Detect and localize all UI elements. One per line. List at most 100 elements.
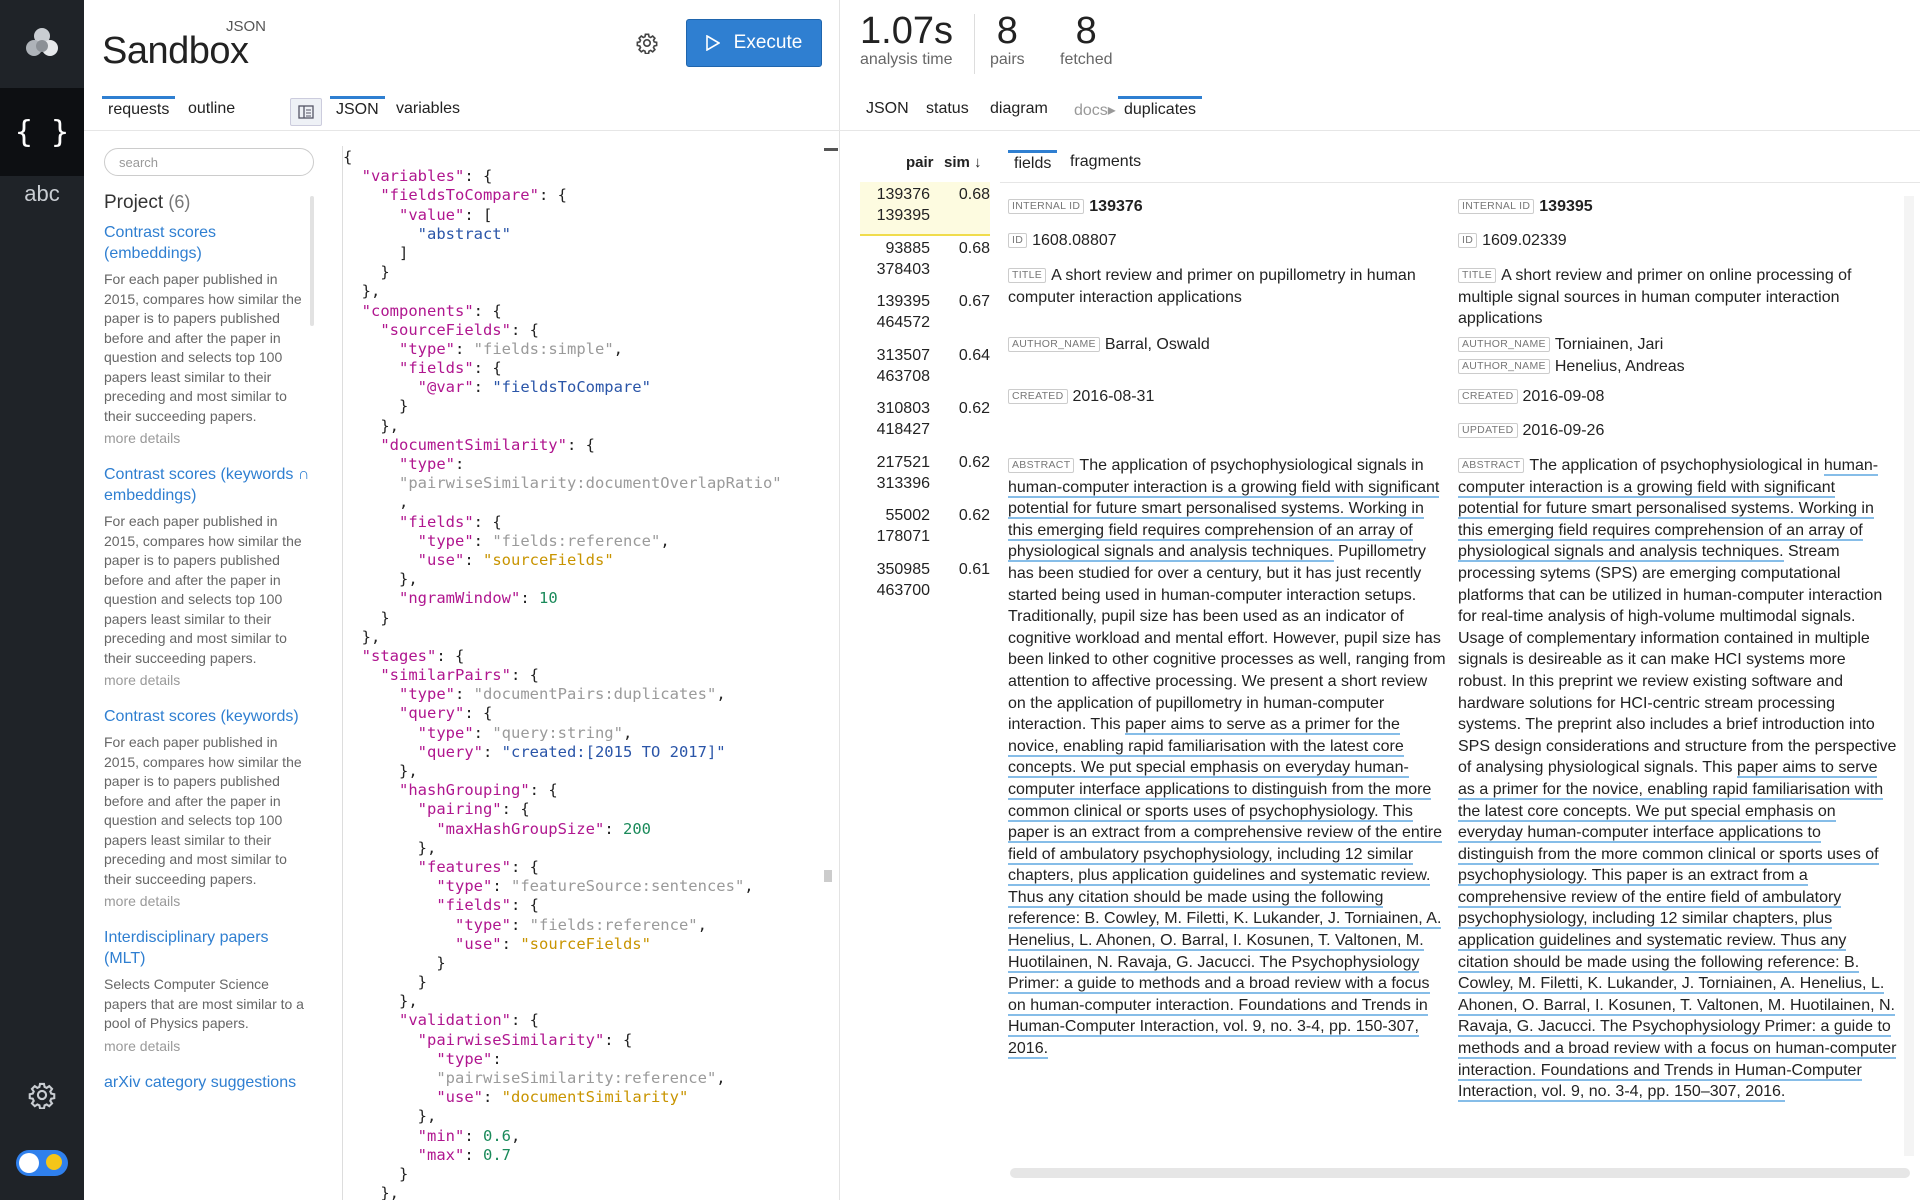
tab-json-result[interactable]: JSON	[860, 96, 915, 122]
more-details-link[interactable]: more details	[104, 672, 314, 688]
code-line: },	[343, 417, 822, 436]
table-row[interactable]: 139376 139395 0.68	[860, 182, 990, 236]
code-token: "type"	[417, 531, 474, 550]
stat-label: pairs	[990, 51, 1025, 68]
stat-analysis-time: 1.07s analysis time	[860, 10, 953, 69]
code-token: ,	[613, 339, 623, 358]
request-panel: JSON Sandbox Execute requests outline JS…	[84, 0, 840, 1200]
tab-requests[interactable]: requests	[102, 96, 176, 128]
code-token: "documentPairs:duplicates"	[473, 685, 717, 704]
field-value: 2016-09-26	[1522, 422, 1605, 439]
table-row[interactable]: 93885 378403 0.68	[860, 236, 990, 290]
theme-toggle[interactable]	[16, 1150, 68, 1176]
code-token: "query:string"	[492, 723, 623, 742]
execute-button[interactable]: Execute	[686, 19, 822, 67]
pair-doc-a: 55002	[885, 507, 931, 524]
project-item-title[interactable]: Contrast scores (keywords ∩ embeddings)	[104, 464, 314, 506]
column-header-pair[interactable]: pair	[906, 154, 934, 171]
editor-scrollbar[interactable]	[824, 870, 832, 882]
tab-outline[interactable]: outline	[182, 96, 241, 128]
code-token: : {	[510, 896, 539, 915]
code-line: },	[343, 628, 822, 647]
field-value: Torniainen, Jari	[1554, 336, 1664, 353]
pair-doc-b: 418427	[876, 421, 930, 438]
code-token: "documentSimilarity"	[501, 1088, 689, 1107]
stat-value: 1.07s	[860, 10, 953, 52]
abc-text-icon[interactable]: abc	[0, 150, 84, 238]
subtab-fragments[interactable]: fragments	[1064, 153, 1147, 171]
project-item-description: For each paper published in 2015, compar…	[104, 734, 302, 887]
code-line: "validation": {	[343, 1011, 822, 1030]
code-line: "abstract"	[343, 225, 822, 244]
list-scrollbar[interactable]	[310, 196, 314, 326]
code-token: }	[343, 1164, 409, 1183]
field-internal-id: INTERNAL ID 139395	[1458, 196, 1898, 218]
code-line: "ngramWindow": 10	[343, 589, 822, 608]
field-abstract: ABSTRACT The application of psychophysiol…	[1458, 455, 1898, 1103]
abstract-text: Stream processing sytems (SPS) are emerg…	[1458, 543, 1897, 777]
table-row[interactable]: 139395 464572 0.67	[860, 289, 990, 343]
project-item-title[interactable]: arXiv category suggestions	[104, 1072, 314, 1093]
project-item-title[interactable]: Contrast scores (keywords)	[104, 706, 314, 727]
pair-doc-a: 93885	[885, 239, 931, 257]
json-editor[interactable]: { "variables": { "fieldsToCompare": { "v…	[342, 146, 822, 1200]
tab-status[interactable]: status	[920, 96, 975, 122]
tab-diagram[interactable]: diagram	[984, 96, 1054, 122]
project-item-description: For each paper published in 2015, compar…	[104, 513, 302, 666]
search-input[interactable]	[104, 148, 314, 176]
settings-button[interactable]	[632, 28, 662, 58]
tab-json[interactable]: JSON	[330, 96, 385, 128]
code-token: : [	[464, 205, 493, 224]
table-row[interactable]: 217521 313396 0.62	[860, 450, 990, 504]
matched-fragment[interactable]: paper aims to serve as a primer for the …	[1008, 716, 1442, 1060]
code-token: "maxHashGroupSize"	[436, 819, 605, 838]
gear-icon[interactable]	[0, 1055, 84, 1135]
code-line: "type":	[343, 455, 822, 474]
code-token: : {	[464, 704, 493, 723]
layout-toggle-button[interactable]	[290, 98, 322, 126]
layout-icon	[298, 105, 314, 119]
column-header-sim[interactable]: sim ↓	[944, 154, 982, 171]
matched-fragment[interactable]: paper aims to serve as a primer for the …	[1458, 759, 1897, 1103]
app-logo-icon[interactable]	[0, 0, 84, 88]
project-item-title[interactable]: Interdisciplinary papers (MLT)	[104, 927, 314, 969]
code-token: : {	[538, 186, 567, 205]
project-item-title[interactable]: Contrast scores (embeddings)	[104, 222, 314, 264]
subtab-fields[interactable]: fields	[1008, 150, 1058, 175]
pairs-table: pair sim ↓ 139376 139395 0.68 93885 378403 0.…	[860, 150, 990, 610]
tab-duplicates[interactable]: duplicates	[1118, 96, 1203, 123]
brand-title: Sandbox	[102, 30, 249, 72]
code-token: },	[343, 627, 381, 646]
code-line: }	[343, 263, 822, 282]
more-details-link[interactable]: more details	[104, 430, 314, 446]
code-token: "created:[2015 TO 2017]"	[501, 742, 726, 761]
code-token: :	[510, 915, 530, 934]
table-row[interactable]: 313507 463708 0.64	[860, 343, 990, 397]
tab-docs[interactable]: docs▸	[1068, 96, 1122, 124]
code-token: "type"	[399, 339, 455, 358]
code-token: "use"	[454, 934, 502, 953]
field-label-author-name: AUTHOR_NAME	[1458, 359, 1550, 374]
project-item: Contrast scores (keywords ∩ embeddings) F…	[104, 464, 314, 688]
table-row[interactable]: 55002 178071 0.62	[860, 503, 990, 557]
more-details-link[interactable]: more details	[104, 1038, 314, 1054]
code-token: }	[343, 263, 390, 282]
field-author-name: AUTHOR_NAME Henelius, Andreas	[1458, 356, 1898, 378]
docs-vertical-scrollbar[interactable]	[1904, 196, 1914, 1156]
pair-similarity: 0.64	[958, 346, 990, 364]
pair-similarity: 0.62	[958, 400, 990, 417]
docs-horizontal-scrollbar[interactable]	[1010, 1168, 1910, 1178]
table-row[interactable]: 310803 418427 0.62	[860, 396, 990, 450]
more-details-link[interactable]: more details	[104, 893, 314, 909]
table-row[interactable]: 350985 463700 0.61	[860, 557, 990, 611]
tab-variables[interactable]: variables	[390, 96, 466, 128]
pair-doc-b: 463708	[876, 367, 930, 385]
code-line: ,	[343, 493, 822, 512]
